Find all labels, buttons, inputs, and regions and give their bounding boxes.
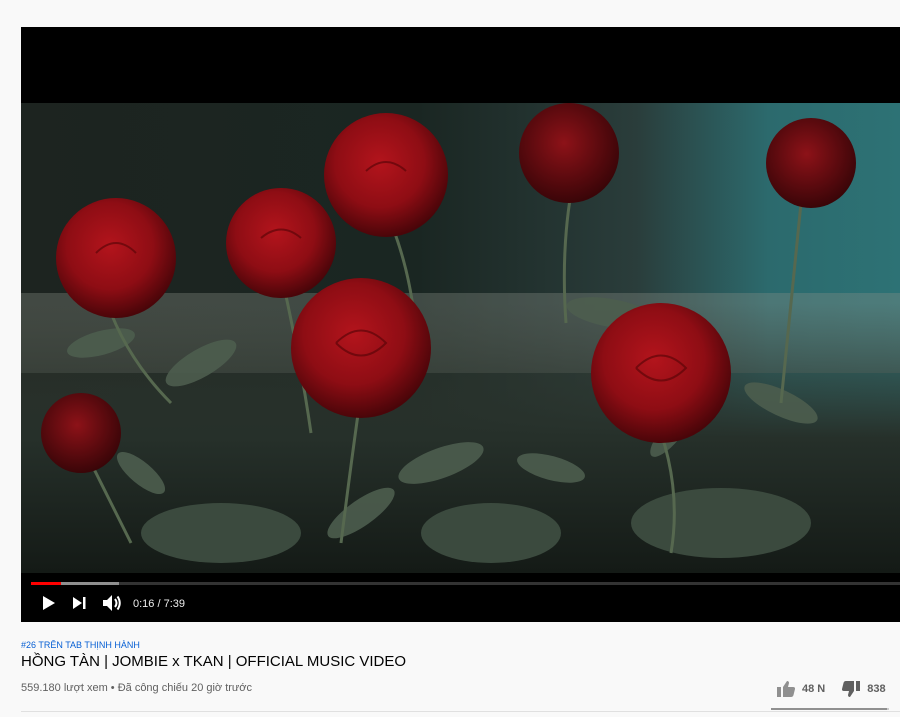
progress-played (31, 582, 62, 585)
volume-icon (102, 594, 122, 617)
video-frame[interactable] (21, 103, 900, 573)
like-dislike-actions: 48 N 838 (776, 680, 886, 698)
trending-hashtag-link[interactable]: #26 TRÊN TAB THỊNH HÀNH (21, 640, 140, 650)
divider (21, 711, 900, 712)
play-icon (42, 595, 56, 616)
volume-button[interactable] (101, 594, 123, 616)
player-controls: 0:16 / 7:39 (21, 572, 900, 622)
progress-bar[interactable] (31, 582, 900, 585)
next-button[interactable] (68, 594, 90, 616)
like-count: 48 N (802, 683, 826, 695)
next-icon (72, 596, 86, 615)
time-display: 0:16 / 7:39 (133, 598, 185, 610)
video-frame-image (21, 103, 900, 573)
thumbs-up-icon (776, 680, 796, 698)
like-button[interactable]: 48 N (776, 680, 841, 698)
thumbs-down-icon (841, 680, 861, 698)
sentiment-bar (771, 708, 889, 710)
video-meta: 559.180 lượt xem • Đã công chiếu 20 giờ … (21, 682, 252, 694)
dislike-button[interactable]: 838 (841, 680, 886, 698)
play-button[interactable] (38, 594, 60, 616)
dislike-count: 838 (867, 683, 886, 695)
video-player[interactable]: 0:16 / 7:39 (21, 27, 900, 622)
video-title: HỒNG TÀN | JOMBIE x TKAN | OFFICIAL MUSI… (21, 653, 407, 670)
sentiment-like-fill (771, 708, 887, 710)
